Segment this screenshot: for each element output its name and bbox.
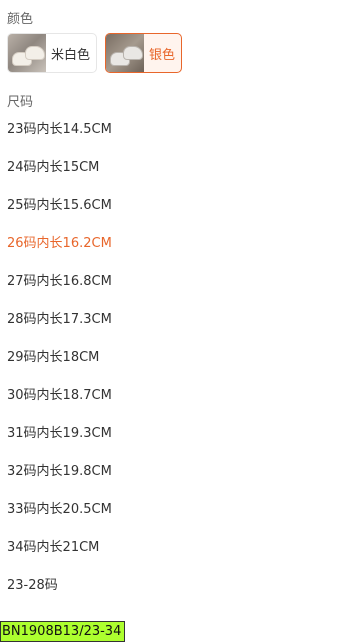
- size-option[interactable]: 25码内长15.6CM: [0, 192, 344, 230]
- size-option[interactable]: 27码内长16.8CM: [0, 268, 344, 306]
- shoe-photo-icon: [8, 34, 46, 72]
- size-option[interactable]: 31码内长19.3CM: [0, 420, 344, 458]
- color-option-label: 银色: [149, 47, 176, 63]
- sku-code-tag: BN1908B13/23-34: [0, 621, 126, 642]
- size-section-label: 尺码: [7, 95, 34, 110]
- size-option[interactable]: 30码内长18.7CM: [0, 382, 344, 420]
- color-options: 米白色 银色: [7, 33, 183, 73]
- size-option[interactable]: 29码内长18CM: [0, 344, 344, 382]
- shoe-photo-icon: [106, 34, 145, 72]
- color-option-label: 米白色: [51, 47, 91, 63]
- color-option-silver[interactable]: 银色: [105, 33, 183, 73]
- color-option-ivory[interactable]: 米白色: [7, 33, 98, 73]
- size-option[interactable]: 23-28码: [0, 572, 344, 610]
- size-options: 23码内长14.5CM 24码内长15CM 25码内长15.6CM 26码内长1…: [0, 116, 344, 610]
- size-option-selected[interactable]: 26码内长16.2CM: [0, 230, 344, 268]
- size-option[interactable]: 34码内长21CM: [0, 534, 344, 572]
- size-option[interactable]: 24码内长15CM: [0, 154, 344, 192]
- size-option[interactable]: 33码内长20.5CM: [0, 496, 344, 534]
- size-option[interactable]: 32码内长19.8CM: [0, 458, 344, 496]
- color-section-label: 颜色: [7, 12, 34, 27]
- sku-selector-page: 颜色 米白色 银色 尺码 23码内长14.5CM 24码内长15CM 25码内长…: [0, 0, 344, 643]
- size-option[interactable]: 28码内长17.3CM: [0, 306, 344, 344]
- size-option[interactable]: 23码内长14.5CM: [0, 116, 344, 154]
